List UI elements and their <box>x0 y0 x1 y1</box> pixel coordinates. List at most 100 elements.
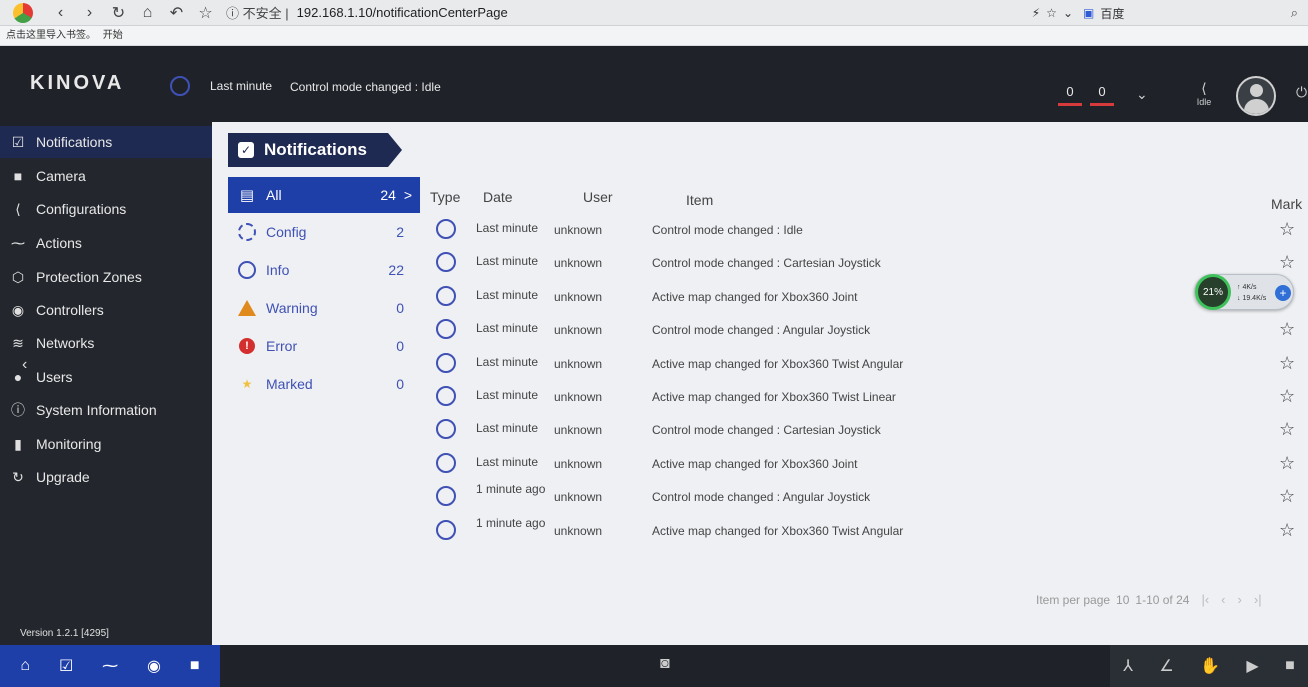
sidebar-item-monitoring[interactable]: ▮ Monitoring <box>0 428 212 460</box>
sidebar-item-system-information[interactable]: ⓘ System Information <box>0 394 212 426</box>
forward-icon[interactable]: › <box>75 0 104 26</box>
sidebar-item-configurations[interactable]: ⟨ Configurations <box>0 193 212 225</box>
chevron-down-icon[interactable]: ⌄ <box>1136 86 1148 103</box>
config-icon <box>238 223 256 241</box>
table-row[interactable]: Last minute unknown Active map changed for… <box>424 280 1308 313</box>
trend-icon[interactable]: ⁓ <box>102 656 118 676</box>
filter-config[interactable]: Config 2 <box>228 213 420 251</box>
row-user: unknown <box>554 289 603 304</box>
bookmarks-bar: 点击这里导入书签。 开始 <box>0 26 1308 46</box>
axes-icon[interactable]: ⅄ <box>1123 656 1133 676</box>
table-row[interactable]: 1 minute ago unknown Control mode changed … <box>424 480 1308 513</box>
search-box[interactable]: ▣ 百度 ⌕ <box>1083 5 1308 22</box>
bookmark-start[interactable]: 开始 <box>103 30 123 41</box>
table-row[interactable]: Last minute unknown Active map changed for… <box>424 347 1308 380</box>
header-user[interactable]: User <box>583 189 613 205</box>
sidebar-item-protection-zones[interactable]: ⬡ Protection Zones <box>0 261 212 293</box>
first-page-icon[interactable]: |‹ <box>1201 592 1209 607</box>
plus-icon[interactable]: + <box>1275 285 1291 301</box>
user-avatar[interactable] <box>1236 76 1276 116</box>
last-page-icon[interactable]: ›| <box>1254 592 1262 607</box>
bookmark-star-icon[interactable]: ☆ <box>191 0 220 26</box>
refresh-icon: ↻ <box>12 468 24 485</box>
gamepad-icon[interactable]: ◉ <box>147 656 161 676</box>
prev-page-icon[interactable]: ‹ <box>1221 592 1225 607</box>
table-row[interactable]: 1 minute ago unknown Active map changed fo… <box>424 514 1308 547</box>
table-row[interactable]: Last minute unknown Control mode changed :… <box>424 246 1308 279</box>
star-icon[interactable]: ☆ <box>1279 486 1295 507</box>
check-square-icon[interactable]: ☑ <box>59 656 73 676</box>
items-per-page-select[interactable]: 10 <box>1116 593 1129 607</box>
bookmark-hint[interactable]: 点击这里导入书签。 <box>6 30 96 41</box>
filter-marked[interactable]: ★ Marked 0 <box>228 365 420 403</box>
filter-warning[interactable]: Warning 0 <box>228 289 420 327</box>
url-text: 192.168.1.10/notificationCenterPage <box>296 5 508 20</box>
star-icon[interactable]: ☆ <box>1279 353 1295 374</box>
table-row[interactable]: Last minute unknown Control mode changed :… <box>424 313 1308 346</box>
address-bar[interactable]: ⓘ 不安全 | 192.168.1.10/notificationCenterP… <box>226 0 508 26</box>
favorite-icon[interactable]: ☆ <box>1046 6 1057 20</box>
undo-icon[interactable]: ↶ <box>162 0 191 26</box>
header-type[interactable]: Type <box>430 189 460 205</box>
home-icon[interactable]: ⌂ <box>20 657 30 675</box>
pagination: Item per page 10 1-10 of 24 |‹ ‹ › ›| <box>1036 592 1262 607</box>
network-speed-widget[interactable]: 21% ↑ 4K/s ↓ 19.4K/s + <box>1194 274 1294 310</box>
counter-a[interactable]: 0 <box>1058 84 1082 106</box>
filter-info[interactable]: Info 22 <box>228 251 420 289</box>
gripper-icon[interactable]: ✋ <box>1200 656 1220 676</box>
info-ring-icon <box>436 319 456 340</box>
table-row[interactable]: Last minute unknown Active map changed for… <box>424 380 1308 413</box>
header-item[interactable]: Item <box>686 192 713 208</box>
sidebar-item-upgrade[interactable]: ↻ Upgrade <box>0 461 212 493</box>
page-range: 1-10 of 24 <box>1135 592 1190 607</box>
snapshot-icon[interactable]: ◙ <box>660 655 670 673</box>
power-icon[interactable]: ⏻ <box>1296 84 1307 101</box>
collapse-sidebar-icon[interactable]: ‹ <box>22 356 27 374</box>
sidebar-item-actions[interactable]: ⁓ Actions <box>0 227 212 259</box>
star-icon[interactable]: ☆ <box>1279 520 1295 541</box>
counter-b[interactable]: 0 <box>1090 84 1114 106</box>
lightning-icon[interactable]: ⚡ <box>1032 6 1040 20</box>
star-icon[interactable]: ☆ <box>1279 453 1295 474</box>
star-icon[interactable]: ☆ <box>1279 252 1295 273</box>
sidebar-item-controllers[interactable]: ◉ Controllers <box>0 294 212 326</box>
filter-error[interactable]: ! Error 0 <box>228 327 420 365</box>
download-speed: 19.4K/s <box>1242 295 1267 302</box>
table-row[interactable]: Last minute unknown Active map changed for… <box>424 447 1308 480</box>
control-mode-indicator[interactable]: ⟨ Idle <box>1192 80 1216 107</box>
star-icon[interactable]: ☆ <box>1279 219 1295 240</box>
back-icon[interactable]: ‹ <box>46 0 75 26</box>
search-icon[interactable]: ⌕ <box>1291 5 1298 21</box>
table-row[interactable]: Last minute unknown Control mode changed :… <box>424 213 1308 246</box>
sidebar: ☑ Notifications ■ Camera ⟨ Configuration… <box>0 126 212 645</box>
star-icon: ★ <box>241 377 253 391</box>
sidebar-item-users[interactable]: ● Users <box>0 361 212 393</box>
version-label: Version 1.2.1 [4295] <box>20 628 109 639</box>
angle-icon[interactable]: ∠ <box>1159 656 1173 676</box>
header-mark[interactable]: Mark <box>1271 196 1302 212</box>
row-date: Last minute <box>476 321 539 336</box>
row-item: Control mode changed : Cartesian Joystic… <box>652 423 881 438</box>
star-icon[interactable]: ☆ <box>1279 386 1295 407</box>
header-last-message[interactable]: Control mode changed : Idle <box>290 80 441 94</box>
header-date[interactable]: Date <box>483 189 513 205</box>
camera-icon[interactable]: ■ <box>1285 657 1295 675</box>
chevron-down-icon[interactable]: ⌄ <box>1063 6 1073 20</box>
play-icon[interactable]: ▶ <box>1246 656 1258 676</box>
page-title-text: Notifications <box>264 140 367 159</box>
camera-icon[interactable]: ■ <box>190 657 200 675</box>
next-page-icon[interactable]: › <box>1238 592 1242 607</box>
star-icon[interactable]: ☆ <box>1279 419 1295 440</box>
sidebar-item-notifications[interactable]: ☑ Notifications <box>0 126 212 158</box>
bottom-nav: ⌂ ☑ ⁓ ◉ ■ <box>0 645 220 687</box>
reload-icon[interactable]: ↻ <box>104 0 133 26</box>
row-item: Active map changed for Xbox360 Twist Ang… <box>652 523 904 538</box>
sidebar-item-networks[interactable]: ≋ Networks <box>0 327 212 359</box>
filter-all[interactable]: ▤ All 24 > <box>228 177 420 213</box>
header-last-time: Last minute <box>210 79 273 93</box>
table-row[interactable]: Last minute unknown Control mode changed :… <box>424 413 1308 446</box>
filter-count: 0 <box>396 338 404 354</box>
home-icon[interactable]: ⌂ <box>133 0 162 26</box>
star-icon[interactable]: ☆ <box>1279 319 1295 340</box>
sidebar-item-camera[interactable]: ■ Camera <box>0 160 212 192</box>
